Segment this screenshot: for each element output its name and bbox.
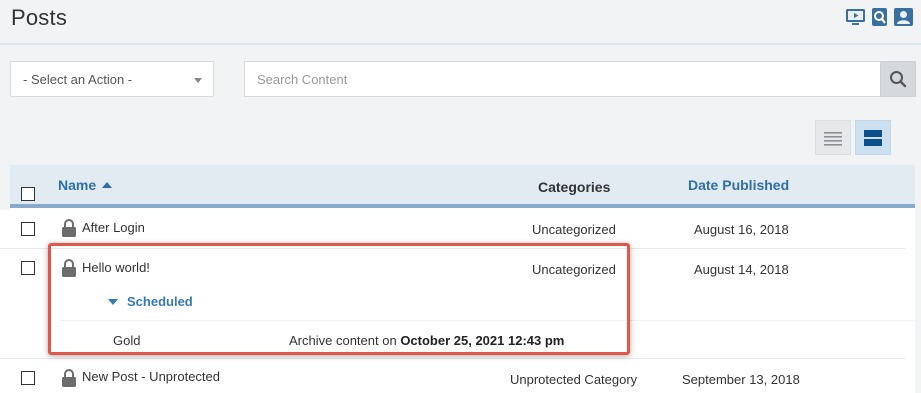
list-view-button[interactable]	[815, 120, 851, 155]
post-category[interactable]: Unprotected Category	[510, 372, 637, 387]
select-all-checkbox[interactable]	[21, 187, 35, 201]
scheduled-label: Scheduled	[127, 294, 193, 309]
list-view-icon	[824, 131, 842, 146]
video-tutorial-icon[interactable]	[845, 7, 866, 27]
caret-down-icon	[108, 299, 118, 305]
archive-datetime: October 25, 2021 12:43 pm	[400, 333, 565, 348]
post-title-link[interactable]: Hello world!	[82, 260, 150, 275]
lock-icon	[62, 259, 76, 277]
post-title-link[interactable]: New Post - Unprotected	[82, 369, 220, 384]
column-name-header[interactable]: Name	[58, 177, 113, 193]
header-icons	[845, 7, 914, 27]
detail-view-icon	[864, 129, 882, 146]
membership-level: Gold	[113, 333, 141, 348]
page-title: Posts	[11, 5, 68, 30]
archive-prefix: Archive content on	[289, 333, 397, 348]
action-select-value: - Select an Action -	[23, 72, 133, 87]
search-input[interactable]	[244, 61, 880, 97]
column-name-label: Name	[58, 177, 97, 193]
scheduled-toggle[interactable]: Scheduled	[108, 294, 193, 309]
row-checkbox[interactable]	[21, 222, 35, 236]
page-header: Posts	[0, 0, 921, 45]
detail-view-button[interactable]	[855, 120, 891, 155]
action-select[interactable]: - Select an Action -	[10, 61, 214, 97]
chevron-down-icon	[194, 78, 202, 83]
table-header: Name Categories Date Published	[10, 165, 915, 208]
lock-icon	[62, 369, 76, 387]
user-profile-icon[interactable]	[893, 7, 914, 27]
search-icon	[890, 71, 907, 88]
post-category[interactable]: Uncategorized	[532, 222, 616, 237]
archive-schedule-text: Archive content on October 25, 2021 12:4…	[289, 333, 564, 348]
search-button[interactable]	[880, 61, 916, 97]
row-checkbox[interactable]	[21, 261, 35, 275]
lock-icon	[62, 219, 76, 237]
column-date-header[interactable]: Date Published	[688, 177, 789, 193]
row-divider	[60, 320, 915, 321]
post-date: August 14, 2018	[694, 262, 789, 277]
post-category[interactable]: Uncategorized	[532, 262, 616, 277]
post-title-link[interactable]: After Login	[82, 220, 145, 235]
search-bar	[244, 61, 916, 97]
column-categories-header: Categories	[538, 179, 611, 195]
post-date: September 13, 2018	[682, 372, 800, 387]
row-checkbox[interactable]	[21, 371, 35, 385]
sort-asc-icon	[102, 182, 113, 188]
search-doc-icon[interactable]	[869, 7, 890, 27]
post-date: August 16, 2018	[694, 222, 789, 237]
